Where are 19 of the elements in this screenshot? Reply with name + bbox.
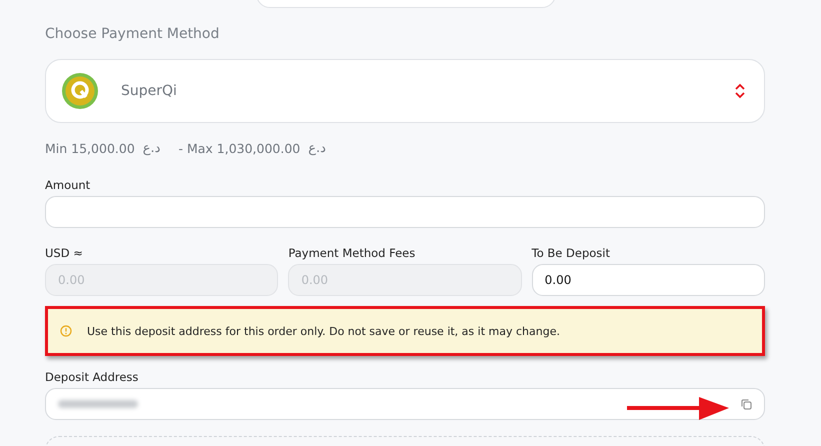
- field-label: To Be Deposit: [532, 246, 611, 260]
- section-title: Choose Payment Method: [45, 26, 220, 42]
- copy-icon[interactable]: [741, 398, 752, 410]
- field-label: Deposit Address: [45, 370, 140, 384]
- deposit-address-field[interactable]: [45, 388, 765, 420]
- amount-input[interactable]: [45, 196, 765, 228]
- field-label: Payment Method Fees: [288, 246, 416, 260]
- max-amount: - Max 1,030,000.00: [178, 141, 300, 156]
- min-amount: Min 15,000.00: [45, 141, 135, 156]
- chevron-up-down-icon: [734, 83, 746, 99]
- currency-symbol: د.ع: [308, 141, 326, 156]
- input-field[interactable]: 0.00: [532, 264, 765, 296]
- notice-text: Use this deposit address for this order only. Do not save or reuse it, as it may change.: [87, 324, 560, 338]
- currency-symbol: د.ع: [142, 141, 160, 156]
- field-label: USD ≈: [45, 246, 84, 260]
- superqi-logo-icon: [62, 73, 98, 109]
- field-label: Amount: [45, 178, 92, 192]
- warning-icon: [60, 325, 72, 337]
- payment-method-select[interactable]: SuperQi: [45, 59, 765, 123]
